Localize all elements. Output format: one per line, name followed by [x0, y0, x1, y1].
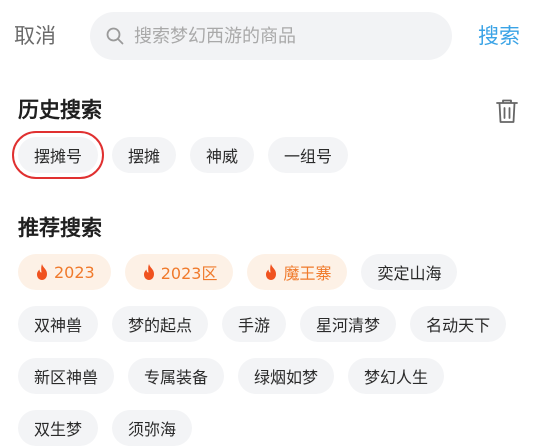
recommend-chip[interactable]: 名动天下 [410, 306, 507, 342]
history-chip[interactable]: 摆摊号 [11, 131, 105, 179]
history-chip[interactable]: 神威 [190, 137, 255, 173]
recommend-chip-list: 2023 2023区 魔王寨 奕定山海 双神兽 梦的起点 手游 星河清梦 名动天… [18, 254, 518, 446]
recommend-section-title: 推荐搜索 [18, 216, 102, 240]
search-input[interactable] [132, 17, 452, 55]
hot-recommend-chip[interactable]: 2023 [18, 254, 111, 290]
fire-icon [34, 263, 50, 281]
recommend-chip[interactable]: 手游 [222, 306, 287, 342]
recommend-chip[interactable]: 专属装备 [128, 358, 225, 394]
chip-label: 2023区 [160, 264, 218, 283]
search-header: 取消 搜索 [0, 0, 540, 74]
hot-recommend-chip[interactable]: 魔王寨 [247, 254, 348, 290]
recommend-chip[interactable]: 须弥海 [112, 410, 193, 446]
history-section-title: 历史搜索 [18, 98, 102, 122]
recommend-chip[interactable]: 双神兽 [18, 306, 99, 342]
chip-label: 2023 [54, 262, 95, 282]
recommend-chip[interactable]: 星河清梦 [300, 306, 397, 342]
recommend-chip[interactable]: 新区神兽 [18, 358, 115, 394]
history-chip[interactable]: 摆摊 [112, 137, 177, 173]
search-box[interactable] [90, 12, 452, 60]
search-icon [104, 25, 126, 47]
search-button[interactable]: 搜索 [478, 21, 520, 51]
hot-recommend-chip[interactable]: 2023区 [124, 254, 234, 290]
recommend-chip[interactable]: 梦的起点 [112, 306, 209, 342]
recommend-chip[interactable]: 双生梦 [18, 410, 99, 446]
trash-icon[interactable] [493, 97, 521, 125]
history-chip[interactable]: 一组号 [268, 137, 349, 173]
chip-label: 魔王寨 [283, 264, 332, 283]
history-chip-list: 摆摊号 摆摊 神威 一组号 [11, 131, 518, 179]
fire-icon [141, 263, 157, 281]
fire-icon [263, 263, 279, 281]
recommend-chip[interactable]: 梦幻人生 [348, 358, 445, 394]
recommend-chip[interactable]: 绿烟如梦 [238, 358, 335, 394]
recommend-chip[interactable]: 奕定山海 [361, 254, 458, 290]
cancel-button[interactable]: 取消 [14, 21, 56, 51]
